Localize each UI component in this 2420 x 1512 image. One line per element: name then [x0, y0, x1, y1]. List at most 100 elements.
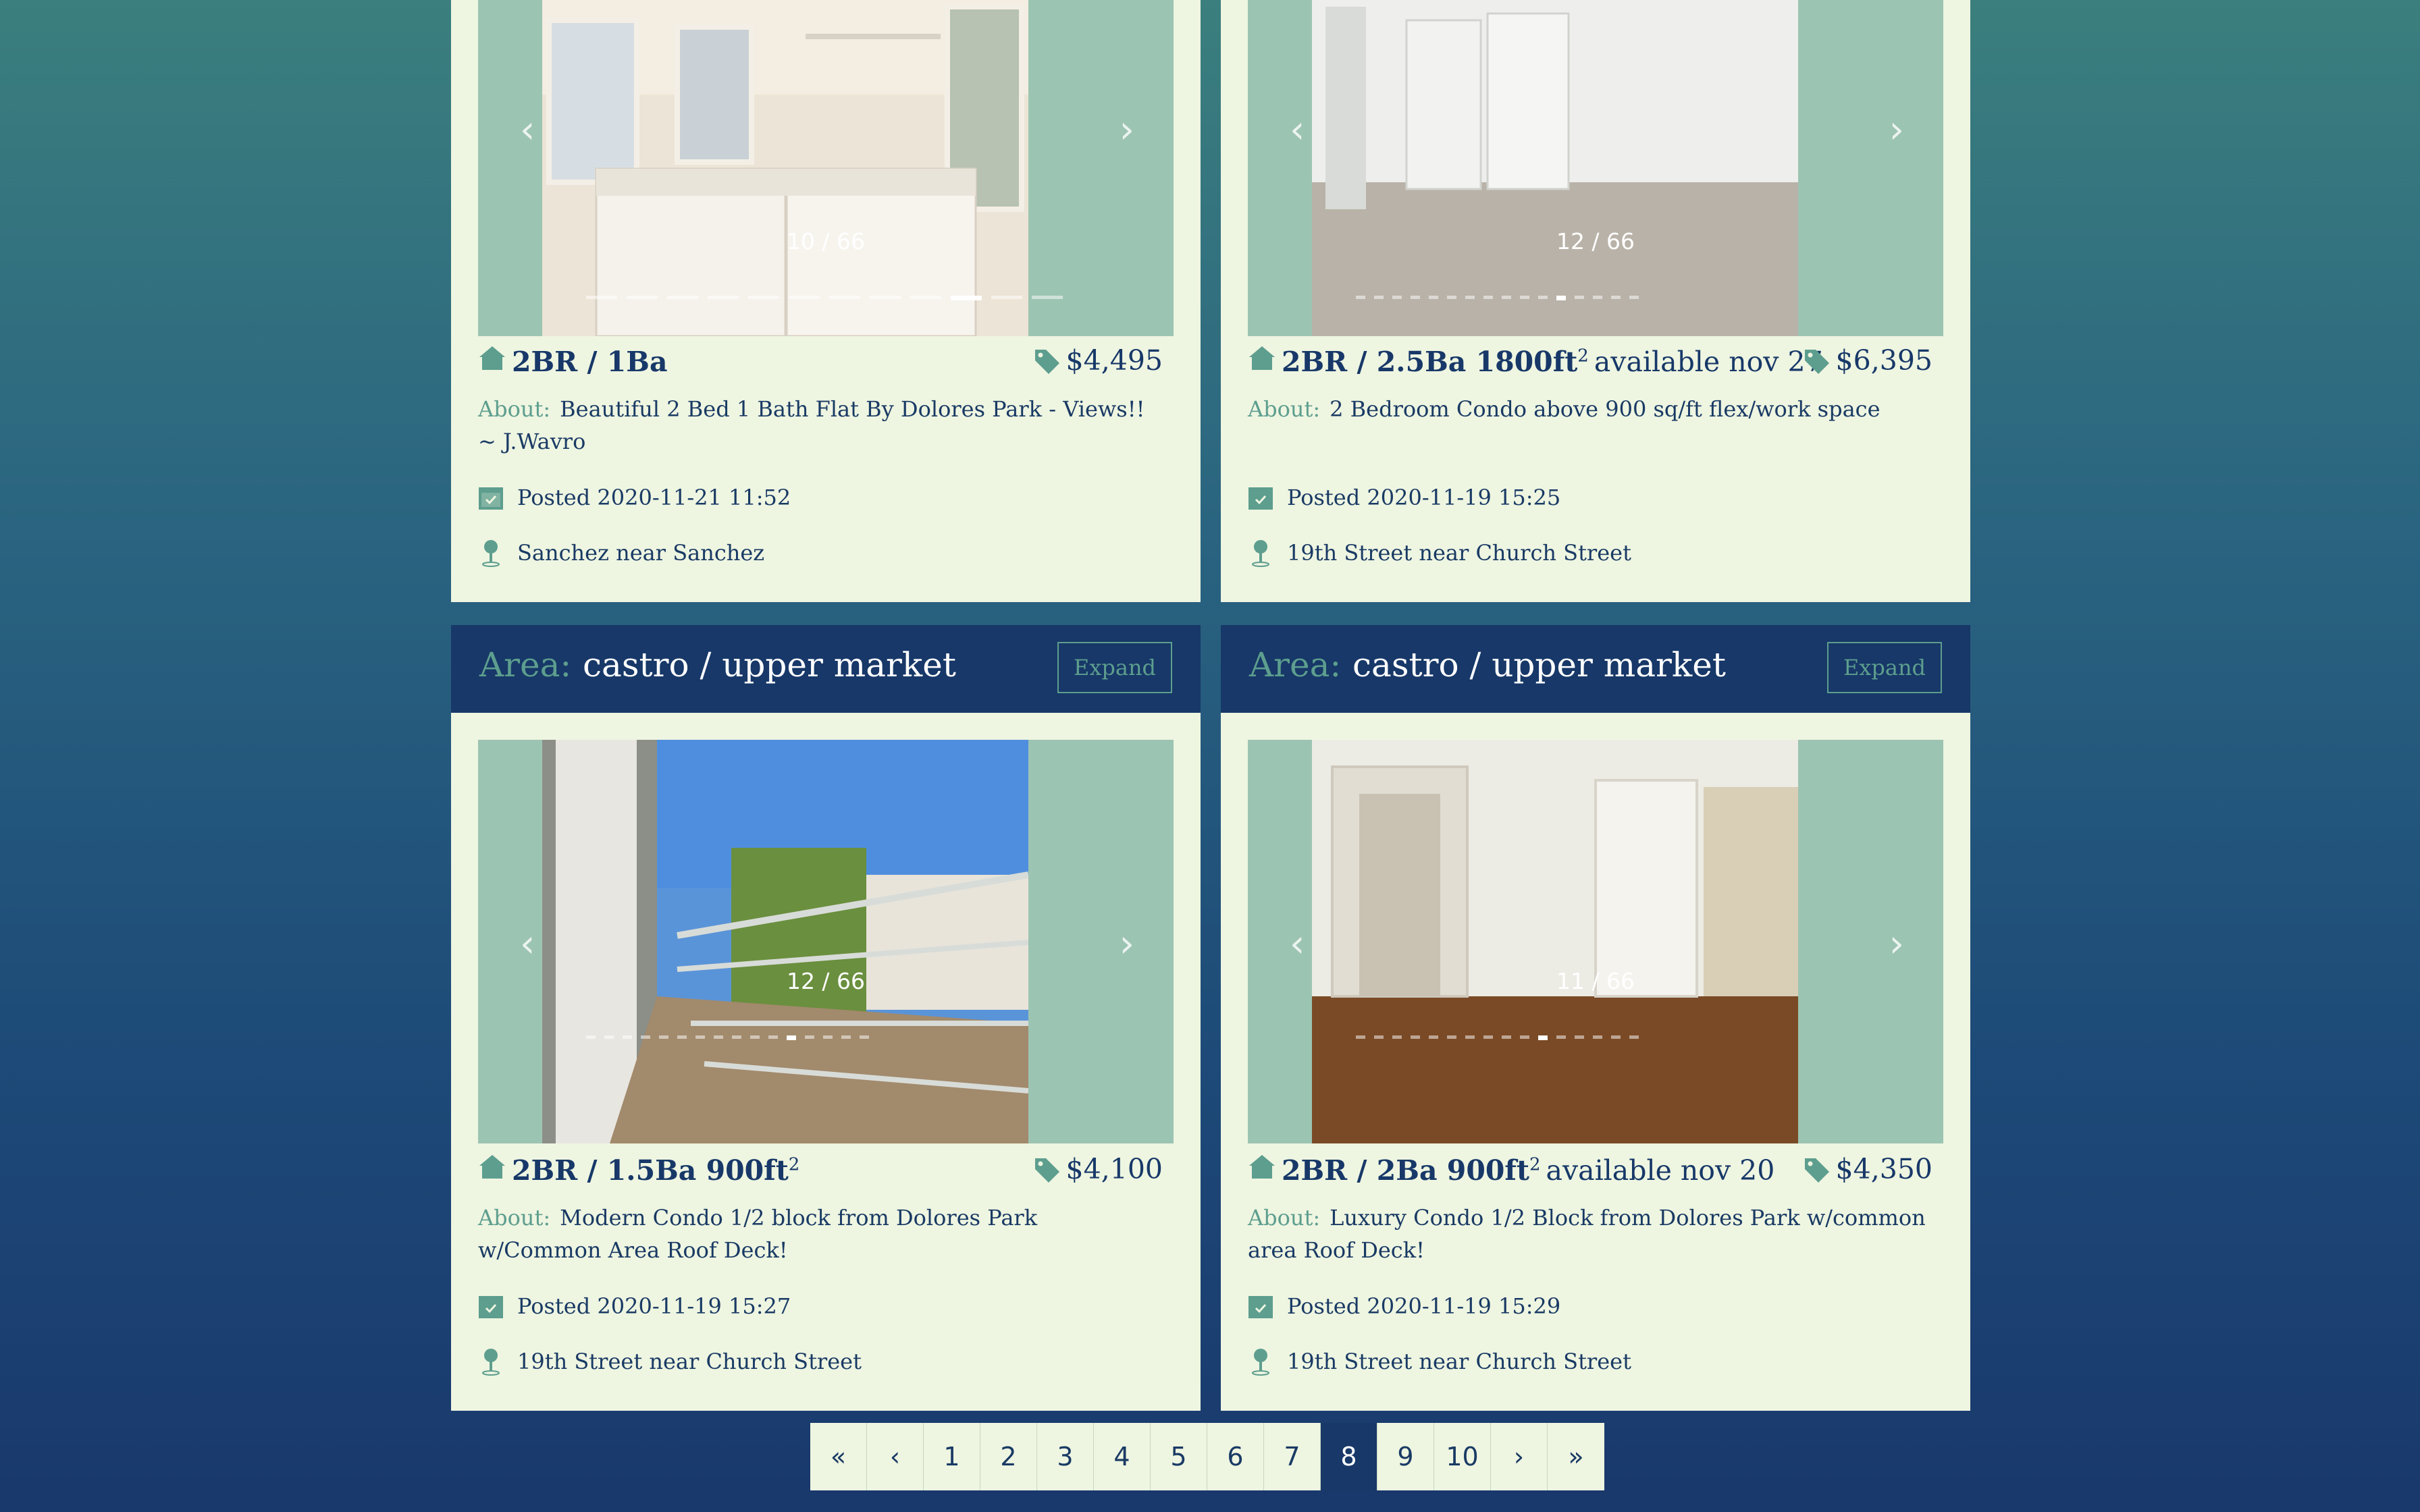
previous-page-button[interactable]: ‹ — [867, 1423, 924, 1490]
carousel-dot[interactable] — [586, 1035, 596, 1039]
carousel-right-tint — [1113, 0, 1174, 336]
chevron-right-icon[interactable]: › — [1120, 108, 1134, 152]
chevron-left-icon[interactable]: ‹ — [520, 922, 535, 966]
carousel-dot[interactable] — [1429, 296, 1438, 299]
page-8-button[interactable]: 8 — [1321, 1423, 1377, 1490]
chevron-left-icon[interactable]: ‹ — [520, 108, 535, 152]
carousel-dot[interactable] — [623, 1035, 632, 1039]
carousel-dot[interactable] — [991, 296, 1022, 299]
listing-price: $4,350 — [1835, 1153, 1932, 1185]
carousel-indicators[interactable] — [586, 296, 1063, 300]
carousel-dot[interactable] — [1411, 1035, 1420, 1039]
carousel-indicators[interactable] — [586, 1035, 869, 1040]
carousel-dot[interactable] — [641, 1035, 650, 1039]
expand-button[interactable]: Expand — [1827, 642, 1942, 693]
carousel-dot[interactable] — [1374, 296, 1384, 299]
carousel-dot[interactable] — [604, 1035, 614, 1039]
listing-about: About: 2 Bedroom Condo above 900 sq/ft fl… — [1248, 393, 1930, 425]
carousel-dot[interactable] — [1356, 296, 1365, 299]
carousel-dot[interactable] — [677, 1035, 687, 1039]
carousel-dot[interactable] — [714, 1035, 723, 1039]
page-2-button[interactable]: 2 — [980, 1423, 1037, 1490]
carousel-dot[interactable] — [750, 1035, 760, 1039]
carousel-dot[interactable] — [1593, 1035, 1602, 1039]
first-page-button[interactable]: « — [810, 1423, 867, 1490]
carousel-dot[interactable] — [1629, 1035, 1639, 1039]
carousel-dot[interactable] — [1374, 1035, 1384, 1039]
carousel-dot[interactable] — [870, 296, 901, 299]
photo-carousel[interactable]: ‹ › 11 / 66 — [1248, 740, 1943, 1143]
carousel-dot[interactable] — [1520, 1035, 1529, 1039]
carousel-dot[interactable] — [627, 296, 658, 299]
page-6-button[interactable]: 6 — [1207, 1423, 1264, 1490]
page-1-button[interactable]: 1 — [924, 1423, 980, 1490]
carousel-dot[interactable] — [1611, 1035, 1621, 1039]
carousel-dot[interactable] — [1447, 296, 1456, 299]
carousel-dot[interactable] — [1575, 1035, 1584, 1039]
carousel-dot[interactable] — [586, 296, 617, 299]
carousel-dot[interactable] — [1538, 296, 1548, 299]
carousel-dot[interactable] — [768, 1035, 778, 1039]
photo-carousel[interactable]: ‹ › 12 / 66 — [1248, 0, 1943, 336]
listing-about: About: Modern Condo 1/2 block from Dolore… — [478, 1202, 1160, 1266]
carousel-dot[interactable] — [1538, 1035, 1548, 1040]
expand-button[interactable]: Expand — [1057, 642, 1172, 693]
carousel-dot[interactable] — [1502, 296, 1511, 299]
carousel-dot[interactable] — [1556, 296, 1566, 300]
chevron-right-icon[interactable]: › — [1889, 108, 1904, 152]
carousel-dot[interactable] — [1556, 1035, 1566, 1039]
pagination: «‹ 1 2 3 4 5 6 7 8 9 10 ›» — [810, 1423, 1604, 1490]
page-4-button[interactable]: 4 — [1094, 1423, 1151, 1490]
carousel-dot[interactable] — [659, 1035, 668, 1039]
carousel-dot[interactable] — [1465, 296, 1475, 299]
photo-carousel[interactable]: ‹ › 10 / 66 — [478, 0, 1174, 336]
carousel-dot[interactable] — [1032, 296, 1063, 299]
carousel-dot[interactable] — [1356, 1035, 1365, 1039]
carousel-dot[interactable] — [1465, 1035, 1475, 1039]
carousel-dot[interactable] — [1611, 296, 1621, 299]
carousel-dot[interactable] — [695, 1035, 705, 1039]
carousel-dot[interactable] — [951, 296, 982, 300]
calendar-icon — [1248, 487, 1273, 510]
posted-date: Posted 2020-11-19 15:27 — [517, 1293, 791, 1319]
carousel-dot[interactable] — [823, 1035, 833, 1039]
carousel-dot[interactable] — [1411, 296, 1420, 299]
next-page-button[interactable]: › — [1491, 1423, 1548, 1490]
page-7-button[interactable]: 7 — [1264, 1423, 1321, 1490]
carousel-dot[interactable] — [789, 296, 820, 299]
carousel-dot[interactable] — [667, 296, 698, 299]
carousel-dot[interactable] — [708, 296, 739, 299]
carousel-dot[interactable] — [748, 296, 779, 299]
chevron-left-icon[interactable]: ‹ — [1290, 922, 1305, 966]
chevron-right-icon[interactable]: › — [1889, 922, 1904, 966]
photo-carousel[interactable]: ‹ › 12 / 66 — [478, 740, 1174, 1143]
chevron-left-icon[interactable]: ‹ — [1290, 108, 1305, 152]
carousel-dot[interactable] — [1392, 1035, 1402, 1039]
page-3-button[interactable]: 3 — [1037, 1423, 1094, 1490]
page-9-button[interactable]: 9 — [1377, 1423, 1434, 1490]
carousel-dot[interactable] — [1520, 296, 1529, 299]
listing-price: $4,100 — [1066, 1153, 1163, 1185]
carousel-dot[interactable] — [1502, 1035, 1511, 1039]
chevron-right-icon[interactable]: › — [1120, 922, 1134, 966]
carousel-dot[interactable] — [1575, 296, 1584, 299]
carousel-dot[interactable] — [787, 1035, 796, 1040]
carousel-dot[interactable] — [1629, 296, 1639, 299]
carousel-dot[interactable] — [1392, 296, 1402, 299]
page-5-button[interactable]: 5 — [1151, 1423, 1207, 1490]
carousel-dot[interactable] — [805, 1035, 814, 1039]
carousel-dot[interactable] — [841, 1035, 851, 1039]
carousel-indicators[interactable] — [1356, 1035, 1639, 1040]
carousel-dot[interactable] — [829, 296, 860, 299]
carousel-dot[interactable] — [860, 1035, 869, 1039]
carousel-indicators[interactable] — [1356, 296, 1639, 300]
page-10-button[interactable]: 10 — [1434, 1423, 1491, 1490]
carousel-dot[interactable] — [732, 1035, 741, 1039]
last-page-button[interactable]: » — [1548, 1423, 1604, 1490]
carousel-dot[interactable] — [1483, 1035, 1493, 1039]
carousel-dot[interactable] — [1429, 1035, 1438, 1039]
carousel-dot[interactable] — [1593, 296, 1602, 299]
carousel-dot[interactable] — [910, 296, 941, 299]
carousel-dot[interactable] — [1447, 1035, 1456, 1039]
carousel-dot[interactable] — [1483, 296, 1493, 299]
